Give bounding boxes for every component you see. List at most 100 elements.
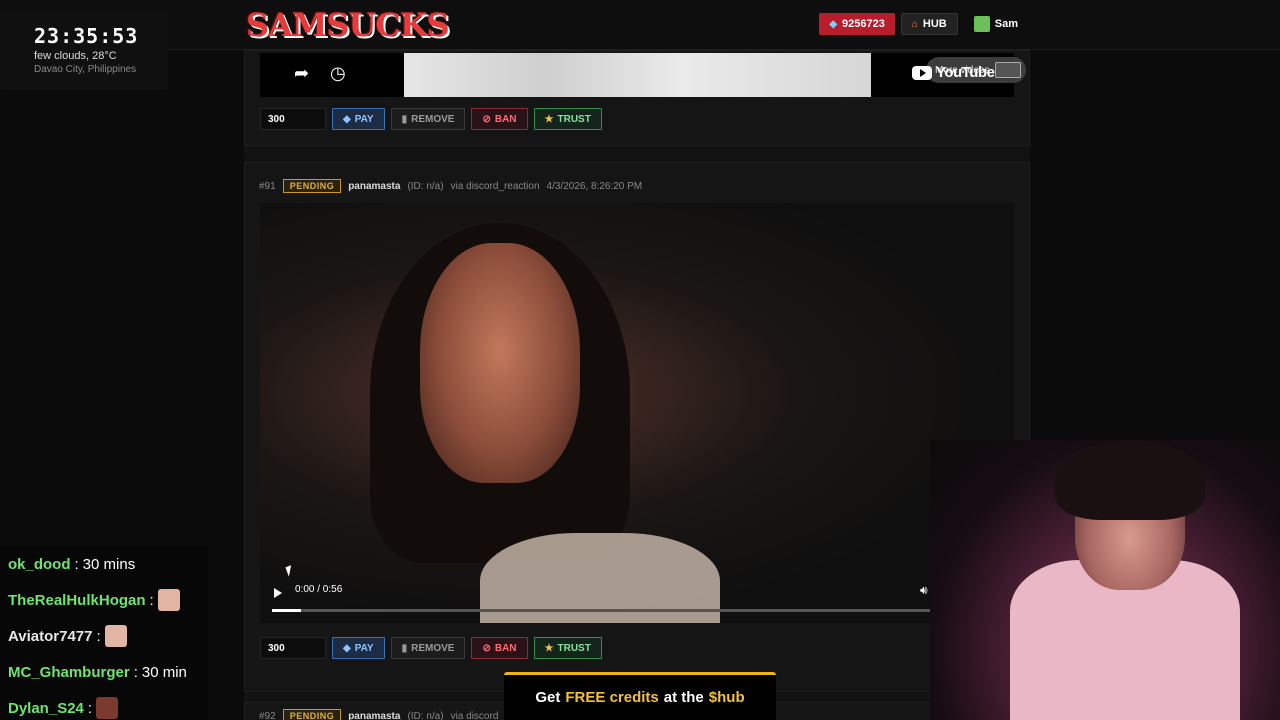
- chat-username: Aviator7477: [8, 627, 93, 645]
- webcam-hair: [1055, 440, 1205, 520]
- chat-overlay: ok_dood:30 mins TheRealHulkHogan: Aviator7…: [0, 546, 208, 720]
- chat-separator: :: [74, 555, 79, 573]
- youtube-icon: [912, 65, 932, 80]
- avatar: [973, 16, 990, 32]
- star-icon: ★: [544, 113, 554, 125]
- submission-timestamp: 4/3/2026, 8:26:20 PM: [546, 180, 643, 192]
- video-thumbnail[interactable]: More videos: [404, 53, 1026, 97]
- chat-username: ok_dood: [8, 555, 71, 573]
- site-logo[interactable]: SAMSUCKS: [246, 6, 450, 44]
- volume-icon[interactable]: 🔊︎: [920, 583, 928, 598]
- chat-separator: :: [149, 591, 154, 609]
- chat-separator: :: [96, 627, 101, 645]
- banner-highlight-hub: $hub: [708, 689, 745, 706]
- ban-label: BAN: [494, 642, 517, 654]
- ban-label: BAN: [494, 113, 517, 125]
- chat-message: MC_Ghamburger:30 min: [0, 654, 208, 690]
- chat-separator: :: [133, 663, 138, 681]
- video-player[interactable]: 0:00 / 0:56 🔊︎ ⋮: [260, 203, 1014, 623]
- clock-location: Davao City, Philippines: [34, 64, 137, 75]
- queue-list: ➦ ◷ More videos YouTube ◆PAY ▮REMOVE ⊘BA…: [244, 50, 1030, 720]
- card-id: #91: [259, 180, 276, 192]
- streamer-webcam: [930, 440, 1280, 720]
- chat-message: Aviator7477:: [0, 618, 208, 654]
- user-menu-button[interactable]: Sam: [964, 13, 1028, 35]
- chat-message: Dylan_S24:: [0, 690, 208, 720]
- card-meta: #92 PENDING panamasta (ID: n/a) via disc…: [259, 709, 540, 720]
- trust-label: TRUST: [557, 642, 591, 654]
- home-icon: ⌂: [911, 18, 918, 30]
- pay-button[interactable]: ◆ PAY: [332, 108, 385, 130]
- card-actions: ◆PAY ▮REMOVE ⊘BAN ★TRUST: [260, 108, 602, 130]
- banner-middle: at the: [663, 689, 704, 706]
- chat-username: Dylan_S24: [8, 699, 84, 717]
- chat-message: TheRealHulkHogan:: [0, 582, 208, 618]
- card-meta: #91 PENDING panamasta (ID: n/a) via disc…: [259, 179, 642, 193]
- hub-button[interactable]: ⌂ HUB: [900, 13, 958, 35]
- video-controls: 0:00 / 0:56 🔊︎ ⋮: [260, 579, 1014, 623]
- chat-emote-icon: [104, 625, 127, 647]
- ban-button[interactable]: ⊘ BAN: [471, 108, 528, 130]
- top-bar: SAMSUCKS ◆ 9256723 ⌂ HUB Sam: [0, 0, 1280, 50]
- youtube-label: YouTube: [936, 64, 995, 81]
- ban-icon: ⊘: [482, 113, 491, 125]
- trash-icon: ▮: [401, 113, 408, 125]
- watch-later-icon[interactable]: ◷: [330, 63, 346, 84]
- youtube-embed[interactable]: ➦ ◷ More videos YouTube: [260, 53, 1026, 97]
- chat-emote-icon: [157, 589, 180, 611]
- queue-card: #91 PENDING panamasta (ID: n/a) via disc…: [244, 162, 1030, 692]
- queue-card: ➦ ◷ More videos YouTube ◆PAY ▮REMOVE ⊘BA…: [244, 50, 1030, 146]
- pay-button[interactable]: ◆ PAY: [332, 637, 385, 659]
- submitter-id: (ID: n/a): [407, 710, 444, 720]
- chat-text: 30 min: [141, 663, 187, 681]
- pay-label: PAY: [354, 113, 374, 125]
- user-name: Sam: [994, 18, 1018, 30]
- header-actions: ◆ 9256723 ⌂ HUB Sam: [819, 13, 1028, 35]
- submitter-name[interactable]: panamasta: [348, 181, 400, 192]
- video-time: 0:00 / 0:56: [295, 584, 343, 595]
- ban-button[interactable]: ⊘ BAN: [471, 637, 528, 659]
- card-actions: ◆PAY ▮REMOVE ⊘BAN ★TRUST: [260, 637, 602, 659]
- playlist-icon: [995, 62, 1022, 78]
- submitter-name[interactable]: panamasta: [348, 711, 400, 720]
- chat-separator: :: [87, 699, 93, 717]
- star-icon: ★: [544, 642, 554, 654]
- status-badge: PENDING: [282, 709, 342, 720]
- video-frame-face: [420, 243, 580, 483]
- chat-text: 30 mins: [82, 555, 136, 573]
- remove-label: REMOVE: [411, 642, 455, 654]
- video-progress-fill: [272, 609, 301, 612]
- card-id: #92: [259, 710, 276, 720]
- share-icon[interactable]: ➦: [294, 63, 309, 84]
- chat-emote-icon: [96, 697, 119, 719]
- remove-label: REMOVE: [411, 113, 455, 125]
- credits-balance-button[interactable]: ◆ 9256723: [819, 13, 895, 35]
- trust-button[interactable]: ★ TRUST: [533, 637, 602, 659]
- youtube-logo[interactable]: YouTube: [912, 64, 995, 81]
- status-badge: PENDING: [282, 179, 342, 193]
- ban-icon: ⊘: [482, 642, 491, 654]
- banner-prefix: Get: [535, 689, 561, 706]
- remove-button[interactable]: ▮ REMOVE: [390, 108, 466, 130]
- banner-highlight-credits: FREE credits: [565, 689, 659, 706]
- clock-weather: few clouds, 28°C: [34, 50, 117, 62]
- gem-icon: ◆: [343, 113, 351, 125]
- amount-input[interactable]: [260, 637, 326, 659]
- credits-value: 9256723: [842, 18, 885, 30]
- clock-time: 23:35:53: [34, 24, 139, 48]
- chat-message: ok_dood:30 mins: [0, 546, 208, 582]
- trash-icon: ▮: [401, 642, 408, 654]
- hub-label: HUB: [922, 18, 947, 30]
- video-progress-bar[interactable]: [272, 609, 992, 612]
- trust-button[interactable]: ★ TRUST: [533, 108, 602, 130]
- submitter-id: (ID: n/a): [407, 180, 444, 192]
- gem-icon: ◆: [829, 18, 838, 30]
- chat-username: TheRealHulkHogan: [8, 591, 146, 609]
- clock-widget: 23:35:53 few clouds, 28°C Davao City, Ph…: [0, 12, 168, 90]
- pay-label: PAY: [354, 642, 374, 654]
- amount-input[interactable]: [260, 108, 326, 130]
- trust-label: TRUST: [557, 113, 591, 125]
- remove-button[interactable]: ▮ REMOVE: [390, 637, 466, 659]
- chat-username: MC_Ghamburger: [8, 663, 130, 681]
- play-icon[interactable]: [274, 588, 282, 598]
